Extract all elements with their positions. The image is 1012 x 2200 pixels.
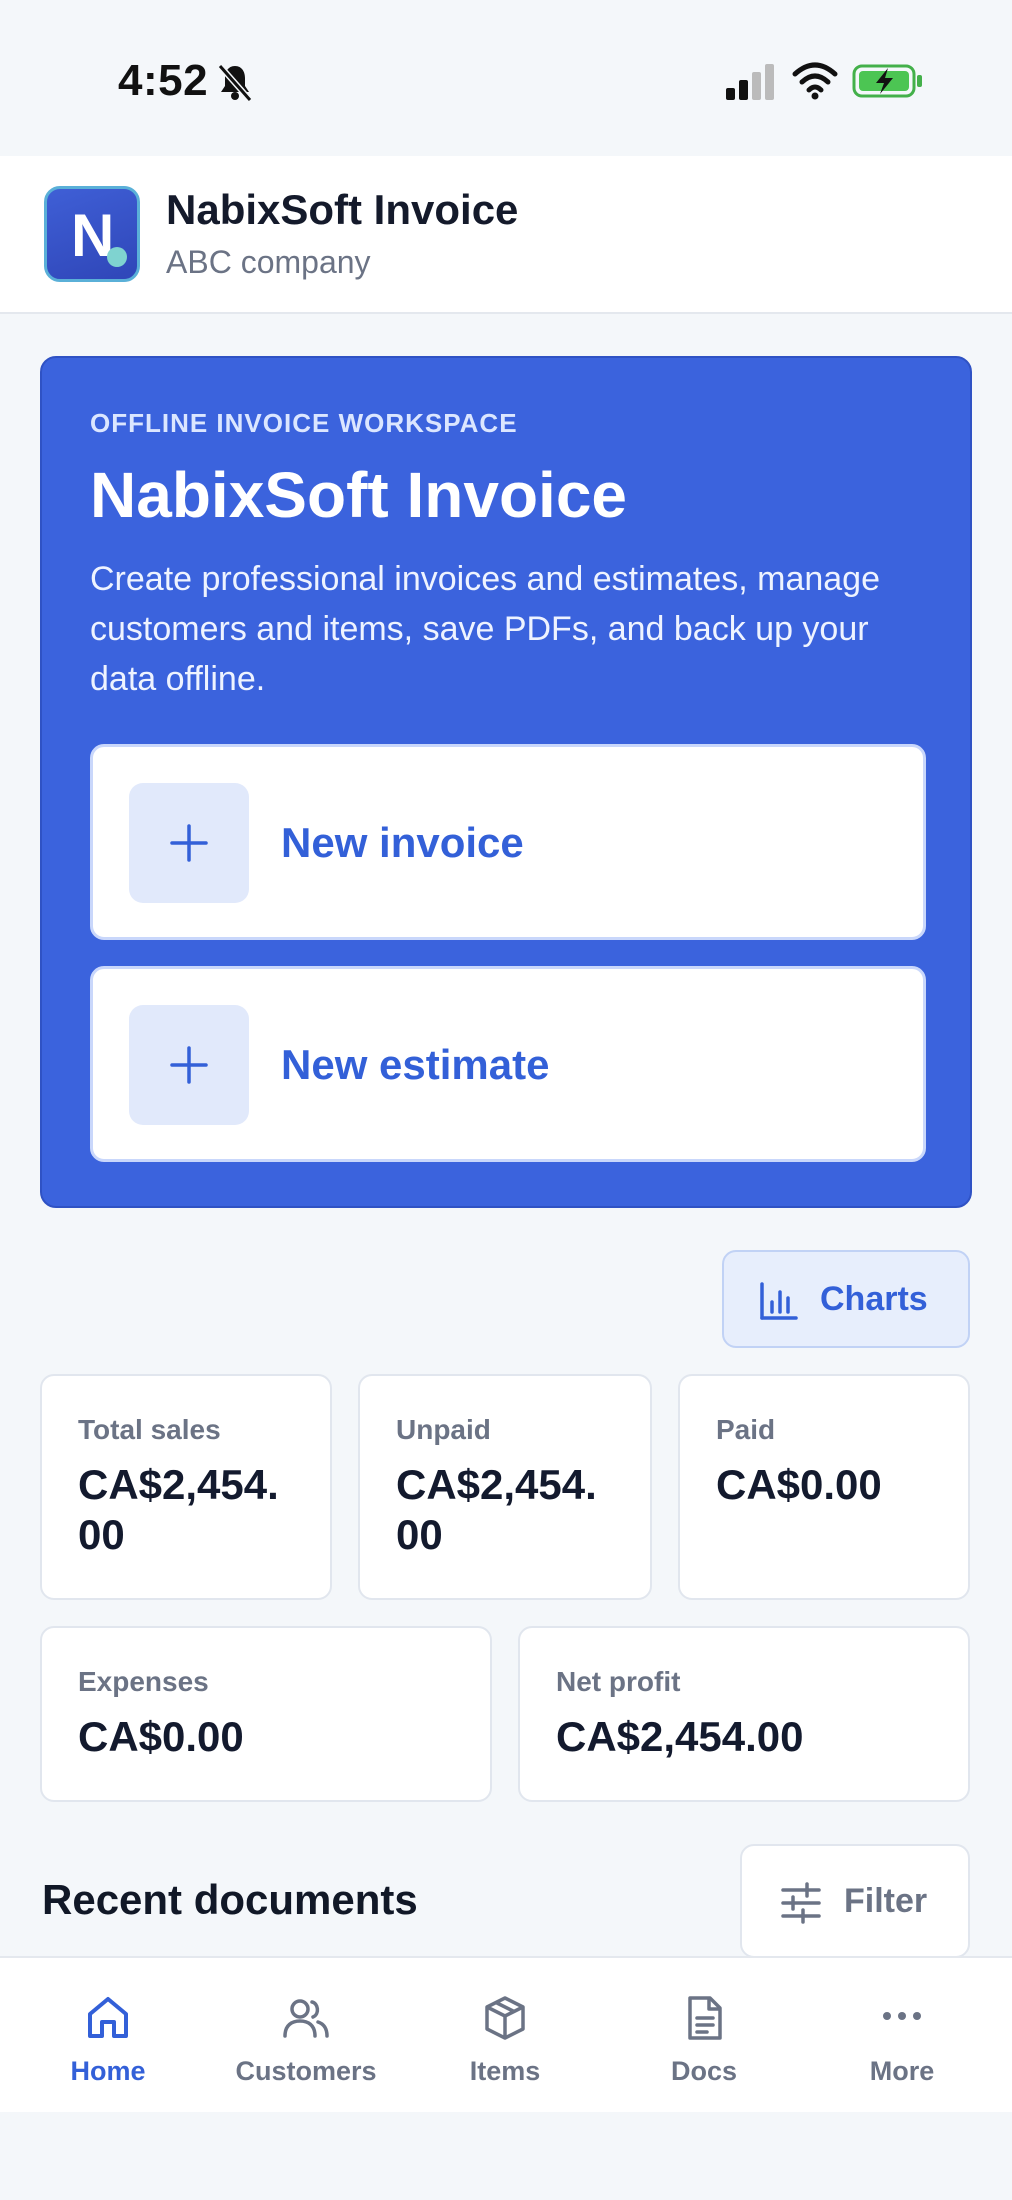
plus-icon [170, 824, 208, 862]
nav-label-items: Items [469, 2056, 541, 2086]
app-title: NabixSoft Invoice [166, 186, 519, 233]
cellular-signal-icon [726, 64, 774, 100]
wifi-icon [792, 62, 838, 100]
hero-title: NabixSoft Invoice [90, 459, 627, 531]
status-bar: 4:52 [0, 0, 1012, 156]
battery-charging-icon [852, 64, 922, 98]
bell-slash-icon [217, 64, 253, 102]
nav-label-more: More [869, 2056, 935, 2086]
stat-card-paid: Paid CA$0.00 [678, 1374, 970, 1600]
nav-customers[interactable]: Customers [206, 1958, 406, 2114]
stat-card-expenses: Expenses CA$0.00 [40, 1626, 492, 1802]
stat-label: Total sales [78, 1414, 221, 1445]
stat-label: Unpaid [396, 1414, 491, 1445]
action-icon-box [129, 783, 249, 903]
charts-label: Charts [820, 1280, 928, 1318]
filter-button[interactable]: Filter [740, 1844, 970, 1958]
stat-value: CA$2,454.00 [556, 1713, 804, 1760]
box-icon [485, 1996, 525, 2040]
company-name: ABC company [166, 244, 371, 280]
nav-more[interactable]: More [802, 1958, 1002, 2114]
nav-home[interactable]: Home [8, 1958, 208, 2114]
stat-card-unpaid: Unpaid CA$2,454.00 [358, 1374, 652, 1600]
logo-check-icon [107, 247, 127, 267]
hero-description: Create professional invoices and estimat… [90, 560, 880, 698]
action-icon-box [129, 1005, 249, 1125]
more-dots-icon [883, 2012, 921, 2020]
stat-value: CA$0.00 [78, 1713, 244, 1760]
stat-value: CA$2,454.00 [78, 1461, 279, 1558]
bar-chart-icon [760, 1282, 798, 1320]
hero-card: OFFLINE INVOICE WORKSPACE NabixSoft Invo… [40, 356, 972, 1208]
stat-value: CA$2,454.00 [396, 1461, 597, 1558]
nav-label-home: Home [70, 2056, 146, 2086]
nav-label-docs: Docs [670, 2056, 738, 2086]
new-invoice-label: New invoice [281, 819, 524, 866]
document-icon [688, 1996, 722, 2040]
nav-items[interactable]: Items [405, 1958, 605, 2114]
home-icon [88, 1997, 128, 2038]
filter-label: Filter [844, 1882, 928, 1920]
hero-eyebrow: OFFLINE INVOICE WORKSPACE [90, 408, 518, 438]
stat-label: Paid [716, 1414, 776, 1445]
home-indicator-area [0, 2112, 1012, 2200]
app-header: N NabixSoft Invoice ABC company [0, 156, 1012, 314]
stat-label: Expenses [78, 1666, 209, 1697]
stat-label: Net profit [556, 1666, 681, 1697]
stat-card-total-sales: Total sales CA$2,454.00 [40, 1374, 332, 1600]
users-icon [283, 1999, 329, 2038]
recent-documents-title: Recent documents [42, 1876, 418, 1923]
charts-button[interactable]: Charts [722, 1250, 970, 1348]
new-invoice-button[interactable]: New invoice [90, 744, 926, 940]
app-logo: N [44, 186, 140, 282]
sliders-icon [781, 1882, 821, 1924]
new-estimate-button[interactable]: New estimate [90, 966, 926, 1162]
stat-value: CA$0.00 [716, 1461, 882, 1508]
nav-docs[interactable]: Docs [604, 1958, 804, 2114]
stat-card-net-profit: Net profit CA$2,454.00 [518, 1626, 970, 1802]
status-time: 4:52 [118, 56, 209, 105]
plus-icon [170, 1046, 208, 1084]
nav-label-customers: Customers [235, 2056, 377, 2086]
bottom-nav: Home Customers Items Docs More [0, 1956, 1012, 2112]
new-estimate-label: New estimate [281, 1041, 550, 1088]
